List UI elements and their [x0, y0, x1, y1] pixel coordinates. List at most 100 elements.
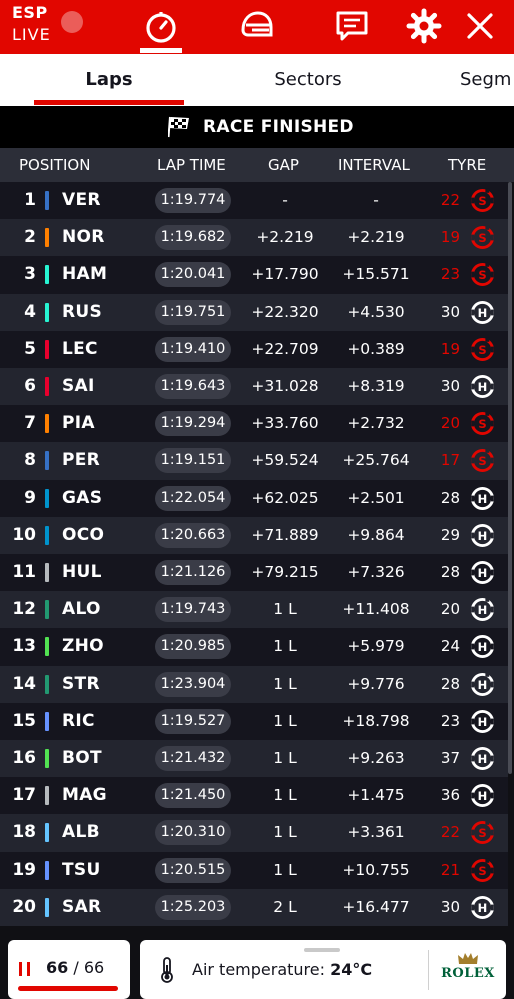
- table-row[interactable]: 4 RUS 1:19.751 +22.320 +4.530 30 H: [0, 293, 508, 331]
- driver-code: PER: [62, 450, 101, 471]
- soft-tyre-icon: S: [470, 449, 495, 473]
- position-number: 9: [24, 487, 36, 508]
- column-tyre[interactable]: TYRE: [448, 148, 486, 182]
- table-row[interactable]: 16 BOT 1:21.432 1 L +9.263 37 H: [0, 740, 508, 778]
- tyre-compound: H: [478, 603, 488, 617]
- gap-value: +59.524: [251, 451, 319, 470]
- table-row[interactable]: 9 GAS 1:22.054 +62.025 +2.501 28 H: [0, 479, 508, 517]
- soft-tyre-icon: S: [470, 188, 495, 213]
- driver-code: ALB: [62, 822, 100, 843]
- tab-sectors[interactable]: Sectors: [250, 54, 366, 106]
- table-row[interactable]: 3 HAM 1:20.041 +17.790 +15.571 23 S: [0, 256, 508, 294]
- gap-value: +31.028: [251, 377, 319, 395]
- position-number: 14: [12, 673, 36, 694]
- interval-value: +25.764: [342, 451, 410, 470]
- table-row[interactable]: 15 RIC 1:19.527 1 L +18.798 23 H: [0, 702, 508, 740]
- position-number: 1: [24, 190, 36, 210]
- column-lap-time[interactable]: LAP TIME: [157, 148, 226, 182]
- lap-time-pill: 1:20.515: [155, 857, 231, 883]
- lap-time-pill: 1:19.751: [155, 299, 231, 325]
- table-row[interactable]: 19 TSU 1:20.515 1 L +10.755 21 S: [0, 851, 508, 889]
- table-row[interactable]: 1 VER 1:19.774 - - 22 S: [0, 182, 508, 220]
- table-row[interactable]: 20 SAR 1:25.203 2 L +16.477 30 H: [0, 888, 508, 926]
- interval-value: +9.263: [347, 749, 405, 767]
- tyre-age: 21: [440, 860, 460, 879]
- driver-code: SAI: [62, 376, 95, 396]
- session-country: ESP: [12, 3, 48, 22]
- column-position[interactable]: POSITION: [19, 148, 90, 182]
- driver-code: NOR: [62, 227, 105, 248]
- lap-count: 66 / 66: [46, 958, 104, 977]
- tyre-compound: H: [478, 752, 488, 766]
- position-number: 6: [24, 376, 36, 396]
- tyre-age: 28: [440, 674, 460, 693]
- lap-separator: /: [73, 958, 79, 977]
- active-view-indicator: [140, 48, 182, 53]
- team-color-bar: [45, 786, 49, 806]
- tab-laps[interactable]: Laps: [34, 54, 184, 106]
- gap-value: 1 L: [273, 637, 297, 656]
- timer-icon[interactable]: [143, 8, 179, 44]
- team-color-bar: [45, 525, 49, 545]
- table-row[interactable]: 2 NOR 1:19.682 +2.219 +2.219 19 S: [0, 219, 508, 257]
- tab-segments[interactable]: Segm: [460, 54, 514, 106]
- hard-tyre-icon: H: [470, 895, 495, 919]
- weather-panel[interactable]: Air temperature: 24°C ROLEX: [140, 940, 506, 999]
- table-row[interactable]: 17 MAG 1:21.450 1 L +1.475 36 H: [0, 777, 508, 815]
- lap-time-pill: 1:23.904: [155, 671, 231, 697]
- interval-value: +0.389: [347, 339, 405, 358]
- lap-time-pill: 1:22.054: [155, 485, 231, 511]
- lap-time-pill: 1:25.203: [155, 894, 231, 920]
- interval-value: +3.361: [347, 823, 405, 842]
- drag-handle[interactable]: [304, 948, 340, 952]
- helmet-icon[interactable]: [239, 8, 275, 44]
- tyre-compound: H: [478, 901, 488, 915]
- tyre-compound: H: [478, 677, 488, 691]
- table-row[interactable]: 7 PIA 1:19.294 +33.760 +2.732 20 S: [0, 405, 508, 443]
- table-row[interactable]: 6 SAI 1:19.643 +31.028 +8.319 30 H: [0, 368, 508, 406]
- table-row[interactable]: 14 STR 1:23.904 1 L +9.776 28 H: [0, 665, 508, 703]
- close-icon[interactable]: [462, 8, 498, 44]
- lap-time-pill: 1:19.294: [155, 411, 231, 437]
- live-label: LIVE: [12, 25, 51, 44]
- sponsor-name: ROLEX: [441, 966, 495, 981]
- gap-value: -: [282, 191, 288, 209]
- soft-tyre-icon: S: [470, 337, 495, 361]
- soft-tyre-icon: S: [470, 226, 495, 250]
- settings-icon[interactable]: [406, 8, 442, 44]
- tyre-compound: S: [478, 194, 486, 208]
- driver-code: RUS: [62, 301, 103, 322]
- soft-tyre-icon: S: [470, 821, 495, 845]
- driver-code: RIC: [62, 710, 95, 731]
- gap-value: +2.219: [256, 228, 314, 247]
- table-row[interactable]: 8 PER 1:19.151 +59.524 +25.764 17 S: [0, 442, 508, 480]
- gap-value: 1 L: [273, 674, 297, 693]
- column-interval[interactable]: INTERVAL: [338, 148, 410, 182]
- hard-tyre-icon: H: [470, 300, 495, 324]
- position-number: 13: [12, 636, 36, 657]
- table-row[interactable]: 13 ZHO 1:20.985 1 L +5.979 24 H: [0, 628, 508, 666]
- tyre-age: 37: [440, 749, 460, 767]
- driver-code: PIA: [62, 413, 95, 434]
- table-row[interactable]: 12 ALO 1:19.743 1 L +11.408 20 H: [0, 591, 508, 629]
- live-dot-icon: [61, 11, 83, 33]
- table-row[interactable]: 10 OCO 1:20.663 +71.889 +9.864 29 H: [0, 516, 508, 554]
- team-color-bar: [45, 339, 49, 359]
- lap-counter[interactable]: 66 / 66: [8, 940, 130, 999]
- hard-tyre-icon: H: [470, 635, 495, 659]
- table-row[interactable]: 5 LEC 1:19.410 +22.709 +0.389 19 S: [0, 330, 508, 368]
- tyre-age: 28: [440, 488, 460, 507]
- column-gap[interactable]: GAP: [268, 148, 299, 182]
- scrollbar[interactable]: [508, 182, 512, 774]
- position-number: 15: [12, 710, 36, 731]
- table-row[interactable]: 11 HUL 1:21.126 +79.215 +7.326 28 H: [0, 554, 508, 592]
- tyre-compound: S: [478, 863, 486, 877]
- race-control-icon[interactable]: [334, 8, 370, 44]
- team-color-bar: [45, 563, 49, 582]
- lap-time-pill: 1:19.643: [155, 374, 231, 399]
- crown-icon: [458, 953, 478, 964]
- gap-value: +22.709: [251, 339, 319, 358]
- tyre-compound: S: [478, 231, 486, 245]
- table-row[interactable]: 18 ALB 1:20.310 1 L +3.361 22 S: [0, 814, 508, 852]
- interval-value: +15.571: [342, 265, 410, 284]
